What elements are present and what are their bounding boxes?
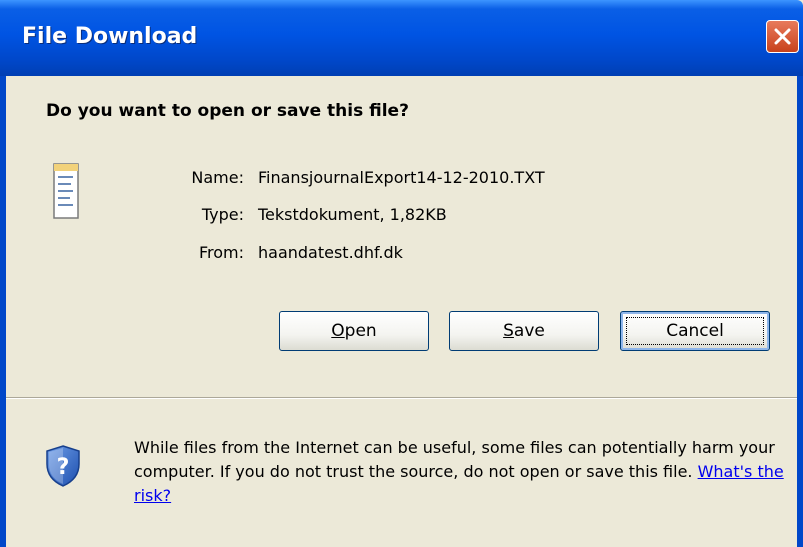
save-button-accelerator: S xyxy=(503,321,514,341)
save-button-label: ave xyxy=(513,321,545,341)
dialog-question: Do you want to open or save this file? xyxy=(46,101,409,121)
security-warning: While files from the Internet can be use… xyxy=(134,436,784,508)
close-button[interactable] xyxy=(766,20,799,53)
file-type-label: Type: xyxy=(201,205,244,224)
cancel-button[interactable]: Cancel xyxy=(620,311,770,351)
window-title: File Download xyxy=(22,24,198,49)
security-shield-question-icon: ? xyxy=(46,445,80,487)
open-button[interactable]: Open xyxy=(279,311,429,351)
save-button[interactable]: Save xyxy=(449,311,599,351)
window-right-border xyxy=(797,76,803,547)
window-left-border xyxy=(0,76,6,547)
file-from-value: haandatest.dhf.dk xyxy=(258,243,403,262)
open-button-label: pen xyxy=(344,321,377,341)
focus-rectangle xyxy=(626,317,764,345)
divider-highlight xyxy=(6,398,797,399)
svg-text:?: ? xyxy=(57,455,70,480)
file-name-label: Name: xyxy=(191,168,244,187)
close-icon xyxy=(774,28,791,45)
file-from-label: From: xyxy=(198,243,244,262)
file-name-value: FinansjournalExport14-12-2010.TXT xyxy=(258,168,545,187)
title-bar[interactable]: File Download xyxy=(0,0,803,76)
text-document-icon xyxy=(53,163,79,219)
open-button-accelerator: O xyxy=(331,321,345,341)
file-type-value: Tekstdokument, 1,82KB xyxy=(258,205,447,224)
security-warning-text: While files from the Internet can be use… xyxy=(134,438,775,481)
